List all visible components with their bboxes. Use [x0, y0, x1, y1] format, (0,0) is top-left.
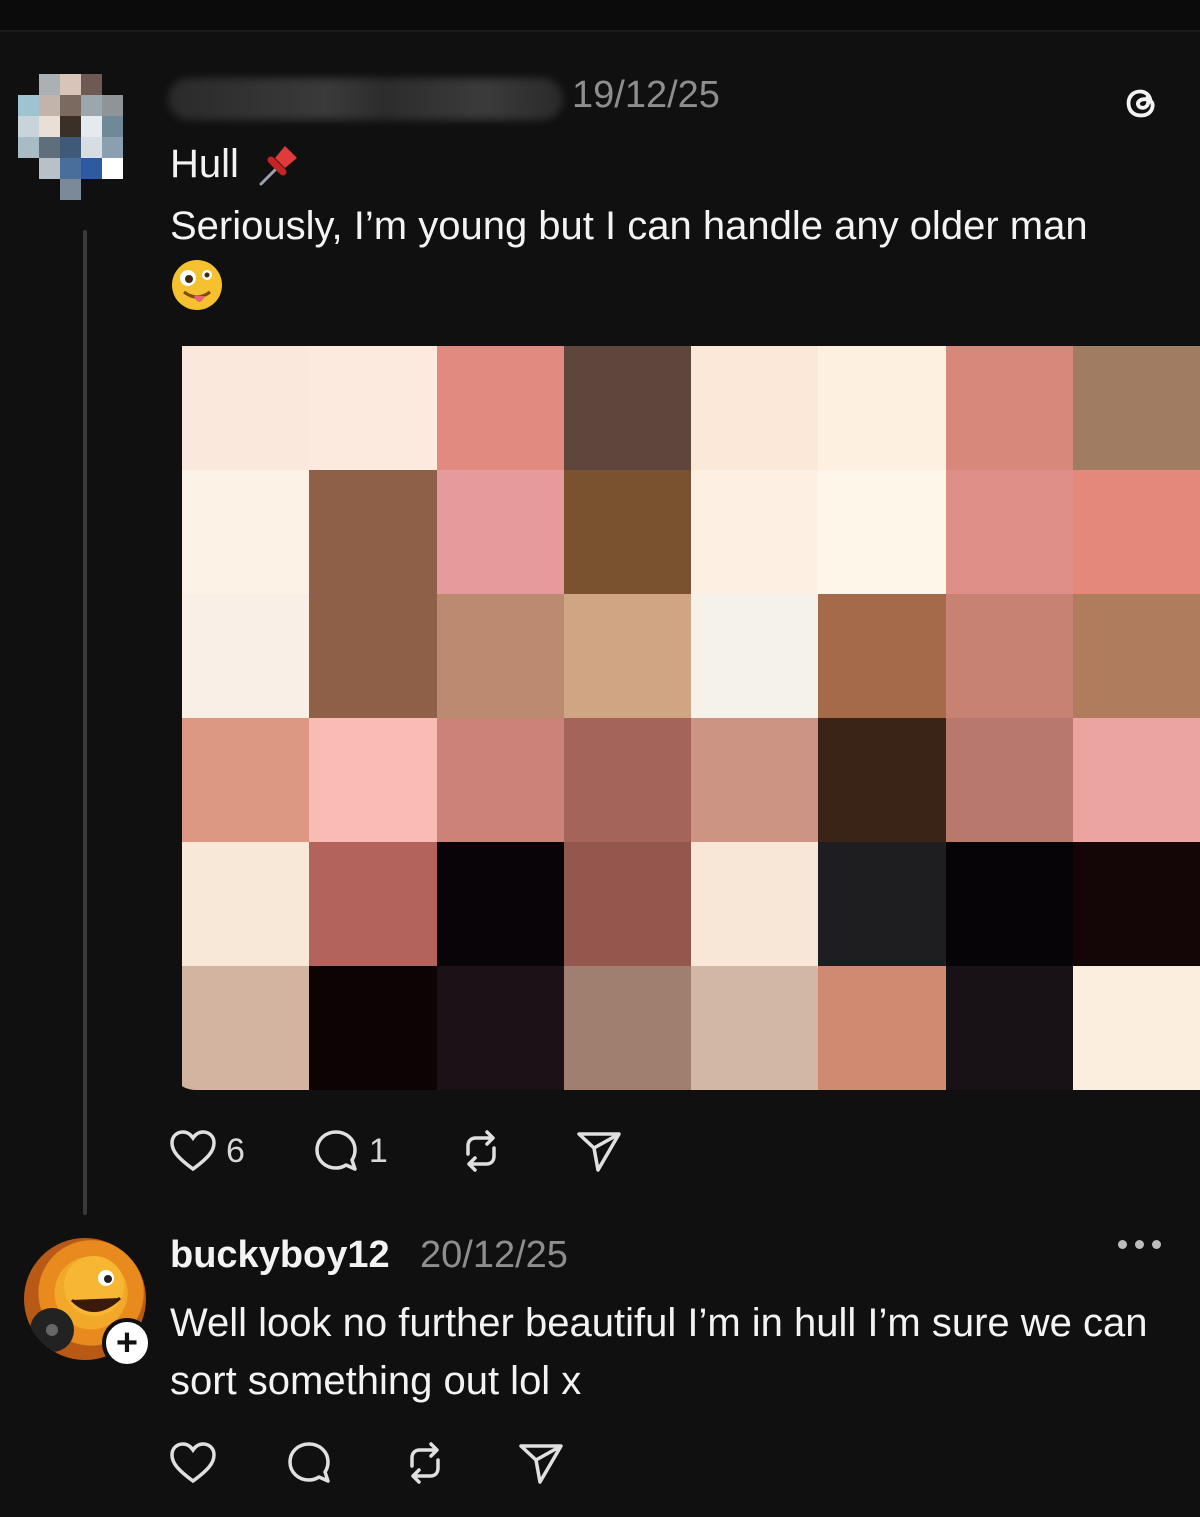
author-avatar[interactable] [18, 74, 144, 200]
post-body: Seriously, I’m young but I can handle an… [170, 204, 1088, 248]
post-media-image-pixelated[interactable] [168, 336, 1200, 1090]
author-name-redacted [168, 78, 563, 120]
plus-icon: + [115, 1322, 139, 1364]
reply-actions [168, 1438, 566, 1488]
comment-count: 1 [368, 1131, 388, 1170]
zany-face-emoji-icon [172, 260, 222, 310]
like-button[interactable]: 6 [168, 1126, 245, 1176]
more-options-icon[interactable] [1118, 1240, 1161, 1249]
pixelated-mosaic [182, 346, 1200, 1090]
comment-button[interactable]: 1 [311, 1126, 388, 1176]
pushpin-icon [259, 146, 297, 186]
reply-repost-button[interactable] [400, 1438, 450, 1488]
repost-icon [410, 1442, 440, 1484]
reply-date: 20/12/25 [420, 1234, 568, 1276]
post-title-text: Hull [170, 141, 239, 186]
share-icon [519, 1444, 563, 1484]
share-button[interactable] [574, 1126, 624, 1176]
comment-icon [288, 1442, 330, 1483]
post-title: Hull [170, 138, 305, 190]
repost-icon [466, 1130, 496, 1172]
reply-like-button[interactable] [168, 1438, 218, 1488]
heart-icon [170, 1442, 216, 1484]
follow-plus-button[interactable]: + [102, 1318, 152, 1368]
threads-logo-icon[interactable] [1118, 80, 1164, 126]
heart-icon [170, 1130, 216, 1172]
top-bar [0, 0, 1200, 32]
share-icon [577, 1132, 621, 1172]
repost-button[interactable] [456, 1126, 506, 1176]
post-actions: 6 1 [168, 1126, 624, 1176]
thread-line [83, 230, 87, 1215]
reply-body: Well look no further beautiful I’m in hu… [170, 1301, 1148, 1403]
reply-comment-button[interactable] [284, 1438, 334, 1488]
like-count: 6 [226, 1131, 245, 1170]
reply-username[interactable]: buckyboy12 [170, 1234, 390, 1277]
post-date: 19/12/25 [572, 74, 720, 116]
reply-share-button[interactable] [516, 1438, 566, 1488]
comment-icon [315, 1130, 357, 1171]
